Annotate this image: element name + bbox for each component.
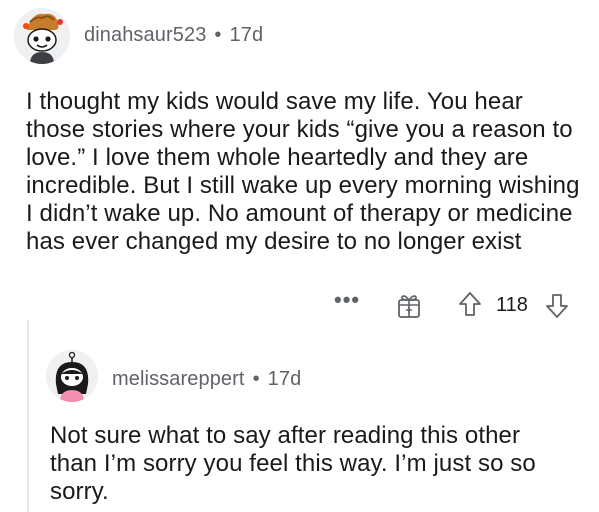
username-link[interactable]: melissareppert bbox=[112, 368, 245, 390]
comment-meta: dinahsaur523 • 17d bbox=[84, 24, 263, 47]
avatar[interactable] bbox=[46, 350, 98, 402]
comment-age: 17d bbox=[267, 368, 302, 390]
meta-separator: • bbox=[252, 368, 260, 390]
comment-body: I thought my kids would save my life. Yo… bbox=[26, 88, 580, 255]
comment-melissareppert: melissareppert • 17d Not sure what to say … bbox=[0, 330, 599, 512]
comment-meta: melissareppert • 17d bbox=[112, 368, 301, 391]
award-gift-icon[interactable] bbox=[396, 292, 422, 325]
meta-separator: • bbox=[214, 24, 222, 46]
comment-dinahsaur523: dinahsaur523 • 17d I thought my kids would… bbox=[0, 0, 599, 330]
comment-age: 17d bbox=[229, 24, 264, 46]
upvote-arrow-icon[interactable] bbox=[458, 290, 482, 323]
snoo-avatar-icon bbox=[46, 350, 98, 402]
comment-body: Not sure what to say after reading this … bbox=[50, 422, 536, 505]
downvote-arrow-icon[interactable] bbox=[545, 292, 569, 325]
username-link[interactable]: dinahsaur523 bbox=[84, 24, 206, 46]
vote-score: 118 bbox=[496, 294, 528, 316]
avatar[interactable] bbox=[14, 8, 70, 64]
snoo-avatar-icon bbox=[14, 8, 70, 64]
more-options-button[interactable]: ••• bbox=[334, 287, 360, 313]
